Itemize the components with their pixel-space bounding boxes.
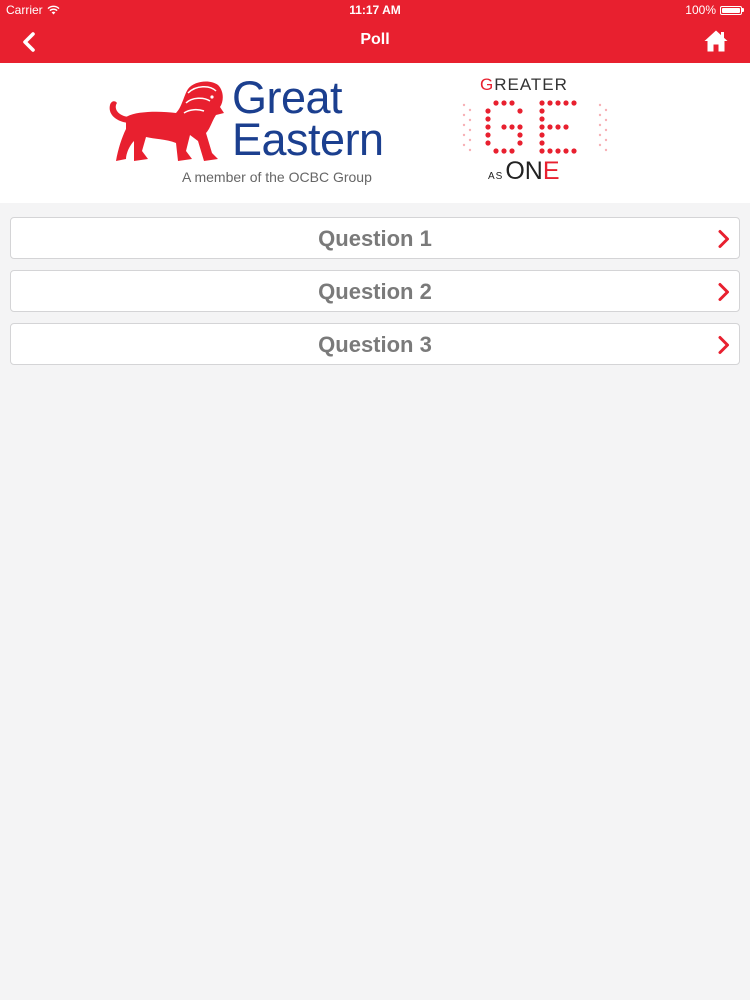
greater-rest: REATER: [494, 75, 568, 94]
page-title: Poll: [360, 31, 390, 48]
question-label: Question 2: [318, 279, 432, 304]
status-battery: 100%: [685, 3, 744, 17]
battery-percent: 100%: [685, 3, 716, 17]
home-button[interactable]: [700, 26, 732, 56]
battery-icon: [720, 5, 744, 15]
greater-wordmark: GREATER: [480, 75, 568, 95]
top-bar: Carrier 11:17 AM 100% Poll: [0, 0, 750, 63]
wordmark-line1: Great: [232, 72, 343, 123]
status-bar: Carrier 11:17 AM 100%: [0, 0, 750, 20]
chevron-right-icon: [718, 283, 729, 301]
question-item-1[interactable]: Question 1: [10, 217, 740, 259]
nav-bar: Poll: [0, 20, 750, 63]
chevron-right-icon: [718, 230, 729, 248]
lion-icon: [109, 81, 224, 161]
logo-banner: Great Eastern A member of the OCBC Group…: [0, 63, 750, 203]
home-icon: [704, 30, 728, 52]
wordmark-line2: Eastern: [232, 114, 384, 165]
as-one-wordmark: AS ONE: [488, 157, 560, 186]
great-eastern-tagline: A member of the OCBC Group: [182, 169, 372, 185]
great-eastern-logo: Great Eastern A member of the OCBC Group: [106, 72, 406, 189]
one-accent: E: [542, 157, 560, 185]
question-item-2[interactable]: Question 2: [10, 270, 740, 312]
question-label: Question 1: [318, 226, 432, 251]
question-item-3[interactable]: Question 3: [10, 323, 740, 365]
greater-as-one-logo: GREATER AS ONE: [460, 73, 615, 185]
greater-accent-letter: G: [480, 75, 495, 94]
one-main: ON: [505, 157, 543, 185]
as-text: AS: [488, 171, 504, 182]
chevron-right-icon: [718, 336, 729, 354]
question-list: Question 1 Question 2 Question 3: [10, 217, 740, 376]
one-text: ONE: [505, 157, 559, 186]
status-time: 11:17 AM: [349, 3, 401, 17]
great-eastern-wordmark: Great Eastern: [232, 72, 384, 165]
ge-dot-mark: [462, 100, 608, 154]
question-label: Question 3: [318, 332, 432, 357]
